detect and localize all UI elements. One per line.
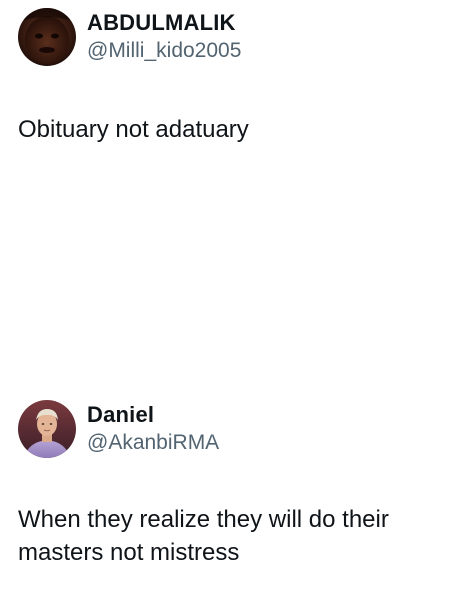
display-name[interactable]: Daniel bbox=[87, 402, 219, 428]
user-handle[interactable]: @AkanbiRMA bbox=[87, 430, 219, 456]
avatar[interactable] bbox=[18, 400, 76, 458]
tweet-header: Daniel @AkanbiRMA bbox=[18, 400, 458, 458]
tweet-text: Obituary not adatuary bbox=[18, 116, 249, 143]
user-handle[interactable]: @Milli_kido2005 bbox=[87, 38, 241, 64]
tweet-text: When they realize they will do their mas… bbox=[18, 506, 389, 566]
display-name[interactable]: ABDULMALIK bbox=[87, 10, 241, 36]
avatar[interactable] bbox=[18, 8, 76, 66]
tweet-card-1: ABDULMALIK @Milli_kido2005 Obituary not … bbox=[18, 8, 458, 146]
profile-photo-icon bbox=[18, 8, 76, 66]
profile-photo-icon bbox=[18, 400, 76, 458]
tweet-card-2: Daniel @AkanbiRMA When they realize they… bbox=[18, 400, 458, 569]
author-names: Daniel @AkanbiRMA bbox=[87, 402, 219, 456]
author-names: ABDULMALIK @Milli_kido2005 bbox=[87, 10, 241, 64]
tweet-header: ABDULMALIK @Milli_kido2005 bbox=[18, 8, 458, 66]
